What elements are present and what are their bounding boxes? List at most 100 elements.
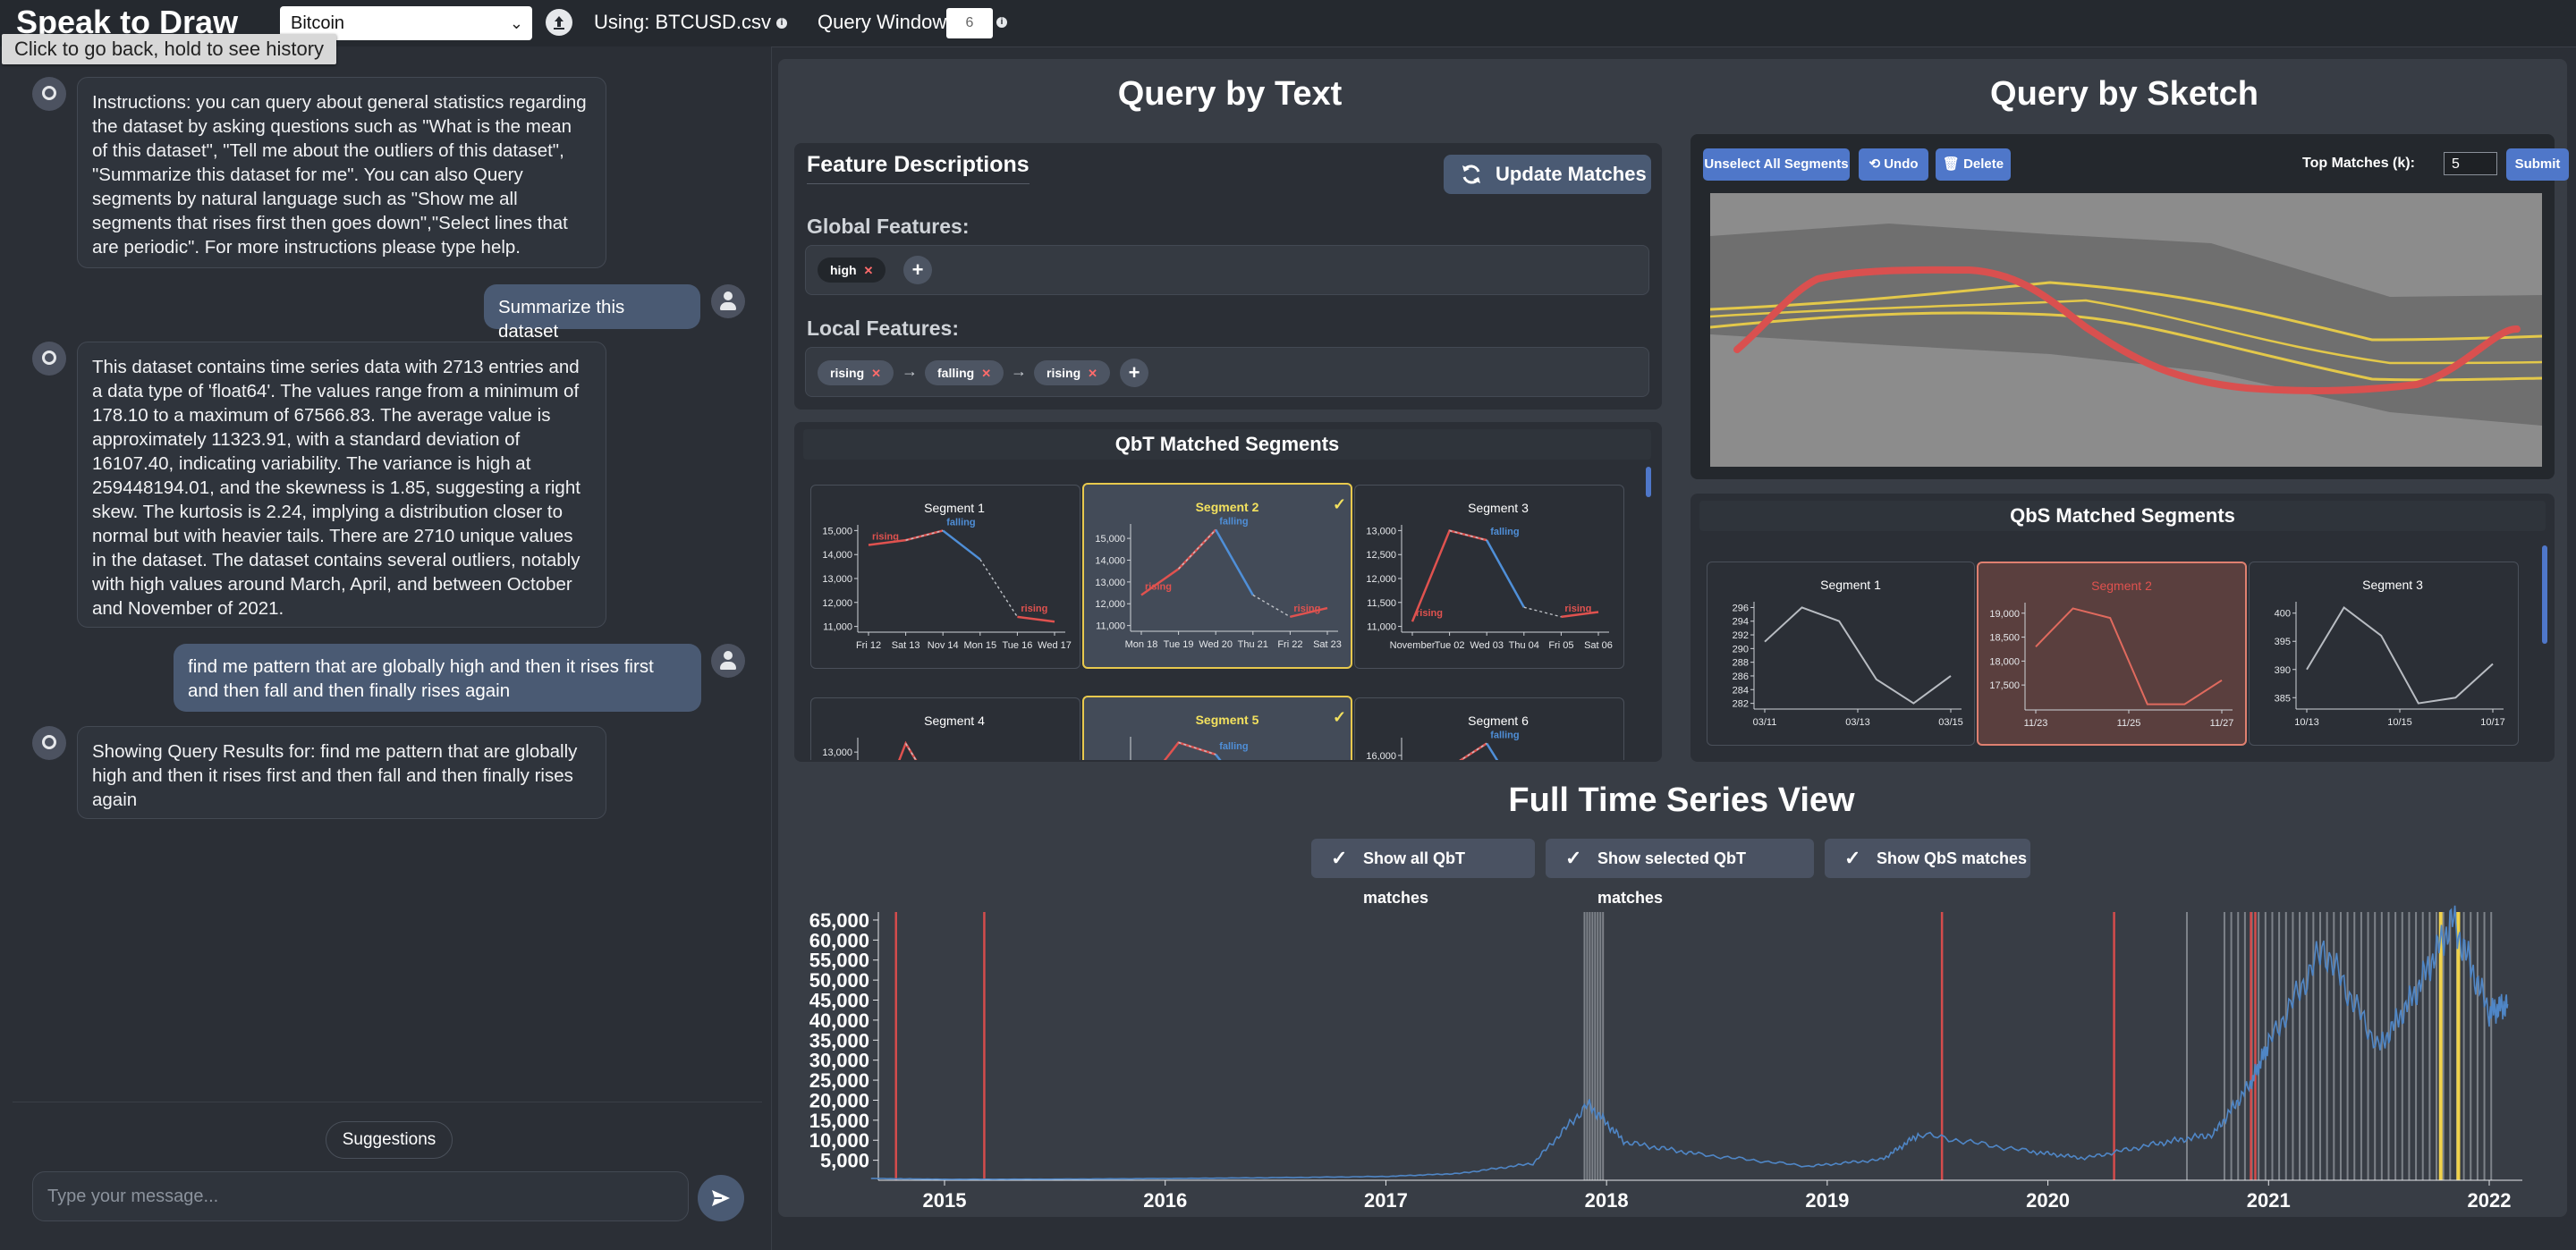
qbt-card-grid: Segment 1 15,000 14,000 13,000 12,000 11,000 F…: [794, 465, 1644, 760]
remove-chip-icon[interactable]: ✕: [871, 367, 881, 380]
qbs-scrollbar[interactable]: [2542, 545, 2547, 644]
segment-mini-chart: Segment 1 296 294 292 290 288 286 284 282 03/11 03…: [1733, 578, 1963, 728]
feature-label: rising: [1293, 604, 1320, 614]
unselect-all-button[interactable]: Unselect All Segments: [1703, 148, 1850, 181]
upload-icon[interactable]: [546, 9, 572, 36]
send-button[interactable]: [698, 1175, 744, 1221]
y-tick-label: 18,000: [1989, 656, 2020, 667]
update-matches-button[interactable]: Update Matches: [1444, 155, 1651, 194]
dataset-file-label: Using: BTCUSD.csv i: [594, 11, 788, 34]
top-matches-input[interactable]: 5: [2444, 152, 2497, 175]
chat-message-user: find me pattern that are globally high a…: [174, 644, 701, 712]
x-tick-label: 2021: [2247, 1189, 2291, 1212]
x-tick-label: Tue 19: [1164, 639, 1194, 650]
remove-chip-icon[interactable]: ✕: [981, 367, 991, 380]
local-features-label: Local Features:: [807, 317, 959, 340]
x-tick-label: 03/11: [1753, 717, 1777, 728]
segment-mini-chart: Segment 2 19,000 18,500 18,000 17,500 11/23 11…: [1989, 579, 2234, 729]
qbt-segment-card[interactable]: Segment 3 13,000 12,500 12,000 11,500 11,000 N…: [1354, 485, 1624, 669]
chevron-down-icon: ⌄: [509, 14, 523, 32]
y-tick-label: 12,000: [1095, 599, 1125, 610]
chip-label: falling: [937, 366, 975, 380]
qbt-segment-card[interactable]: Segment 5✓16,000risingfalling: [1082, 696, 1352, 760]
delete-button[interactable]: 🗑 Delete: [1936, 148, 2011, 181]
user-avatar: [711, 284, 745, 318]
y-tick-label: 290: [1733, 644, 1749, 655]
y-tick-label: 55,000: [809, 950, 869, 972]
x-tick-label: Fri 22: [1277, 639, 1302, 650]
segment-line: [1017, 615, 1055, 623]
y-tick-label: 14,000: [1095, 556, 1125, 567]
y-tick-label: 5,000: [820, 1150, 869, 1172]
add-global-feature-button[interactable]: +: [903, 256, 932, 284]
segment-mini-chart: Segment 3 13,000 12,500 12,000 11,500 11,000 N…: [1366, 501, 1613, 651]
toggle-all-qbt[interactable]: ✓ Show all QbT matches: [1311, 839, 1535, 907]
x-tick-label: 11/25: [2117, 718, 2141, 729]
price-series-line: [870, 905, 2509, 1180]
info-icon[interactable]: i: [776, 18, 788, 30]
y-tick-label: 50,000: [809, 969, 869, 992]
x-tick-label: 10/15: [2387, 717, 2412, 728]
remove-chip-icon[interactable]: ✕: [864, 264, 874, 277]
qbt-segment-card[interactable]: Segment 2 ✓ 15,000 14,000 13,000 12,000 11,000…: [1082, 483, 1352, 669]
bot-avatar: [32, 77, 66, 111]
local-feature-chip[interactable]: rising ✕: [1034, 360, 1111, 385]
x-tick-label: Thu 04: [1509, 640, 1539, 651]
segment-mini-chart: Segment 2 ✓ 15,000 14,000 13,000 12,000 11,000…: [1095, 495, 1346, 650]
qbt-section-title: Query by Text: [1117, 75, 1343, 113]
y-tick-label: 30,000: [809, 1050, 869, 1072]
full-time-series-chart[interactable]: 5,00010,00015,00020,00025,00030,00035,00…: [787, 903, 2531, 1216]
segment-line: [1215, 754, 1222, 760]
delete-label: Delete: [1963, 156, 2004, 172]
segment-line: [1459, 742, 1487, 760]
x-tick-label: 10/13: [2294, 717, 2319, 728]
qbs-segment-card[interactable]: Segment 3 400 395 390 385 10/13 10/15 10/17: [2249, 562, 2519, 746]
sketch-canvas[interactable]: [1710, 193, 2542, 467]
y-tick-label: 292: [1733, 630, 1749, 641]
y-tick-label: 288: [1733, 658, 1749, 669]
query-window-input[interactable]: 6: [946, 8, 993, 38]
toggle-selected-qbt[interactable]: ✓ Show selected QbT matches: [1546, 839, 1814, 907]
qbs-matched-title: QbS Matched Segments: [1699, 501, 2546, 531]
qbs-segment-card[interactable]: Segment 1 296 294 292 290 288 286 284 282 03/11 03…: [1707, 562, 1975, 746]
submit-button[interactable]: Submit: [2506, 148, 2569, 181]
x-tick-label: Mon 18: [1125, 639, 1158, 650]
global-feature-chip[interactable]: high ✕: [818, 258, 886, 283]
qbs-segment-card[interactable]: Segment 2 19,000 18,500 18,000 17,500 11/23 11…: [1977, 562, 2247, 746]
local-feature-chip[interactable]: falling ✕: [925, 360, 1004, 385]
x-tick-label: Nov 14: [928, 640, 959, 651]
y-tick-label: 12,500: [1366, 550, 1396, 561]
segment-title: Segment 3: [2362, 578, 2423, 592]
x-tick-label: Fri 12: [856, 640, 881, 651]
qbt-segment-card[interactable]: Segment 413,00012,000: [810, 697, 1080, 760]
x-tick-label: Thu 21: [1238, 639, 1268, 650]
connector-line: [1523, 606, 1562, 618]
query-window-label: Query Window: [818, 11, 947, 33]
undo-button[interactable]: ⟲ Undo: [1859, 148, 1928, 181]
x-tick-label: 11/27: [2210, 718, 2234, 729]
top-matches-label: Top Matches (k):: [2302, 156, 2415, 171]
qbt-scrollbar[interactable]: [1646, 467, 1651, 497]
y-tick-label: 390: [2275, 665, 2291, 676]
y-tick-label: 35,000: [809, 1029, 869, 1052]
qbt-segment-card[interactable]: Segment 1 15,000 14,000 13,000 12,000 11,000 F…: [810, 485, 1080, 669]
y-tick-label: 11,000: [1367, 622, 1396, 633]
y-tick-label: 16,000: [1366, 751, 1396, 760]
segment-line: [1486, 742, 1499, 760]
x-tick-label: 2017: [1364, 1189, 1408, 1212]
chat-message-input[interactable]: Type your message...: [32, 1171, 689, 1221]
segment-mini-chart: Segment 5✓16,000risingfalling: [1130, 708, 1346, 760]
x-tick-label: Tue 16: [1002, 640, 1032, 651]
suggestions-button[interactable]: Suggestions: [326, 1121, 453, 1159]
toggle-qbs[interactable]: ✓ Show QbS matches: [1825, 839, 2030, 878]
qbt-segment-card[interactable]: Segment 616,000risingfalling: [1354, 697, 1624, 760]
add-local-feature-button[interactable]: +: [1120, 359, 1148, 387]
local-feature-chip[interactable]: rising ✕: [818, 360, 894, 385]
y-tick-label: 13,000: [822, 574, 852, 585]
user-avatar: [711, 644, 745, 678]
x-tick-label: 03/15: [1938, 717, 1963, 728]
query-window-info-icon[interactable]: i: [996, 14, 1007, 30]
y-tick-label: 20,000: [809, 1089, 869, 1111]
arrow-right-icon: →: [1011, 362, 1027, 380]
remove-chip-icon[interactable]: ✕: [1088, 367, 1097, 380]
